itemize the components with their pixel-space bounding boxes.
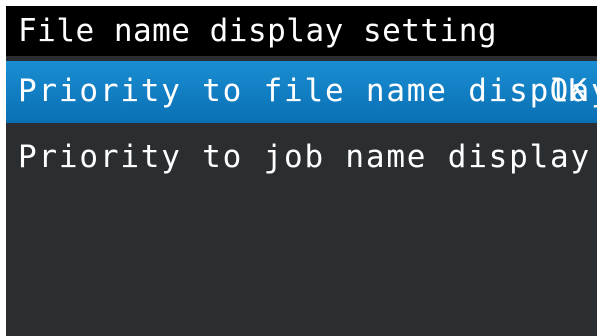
lcd-screen: File name display setting Priority to fi… — [6, 6, 597, 336]
ok-indicator: OK — [549, 73, 587, 109]
title-bar: File name display setting — [6, 6, 597, 56]
menu-item-label: Priority to job name display — [18, 139, 591, 175]
menu-item-file-name-priority[interactable]: Priority to file name display OK — [6, 61, 597, 123]
menu-item-label: Priority to file name display — [18, 73, 597, 109]
screen-title: File name display setting — [18, 13, 498, 49]
menu-item-job-name-priority[interactable]: Priority to job name display — [6, 127, 597, 185]
